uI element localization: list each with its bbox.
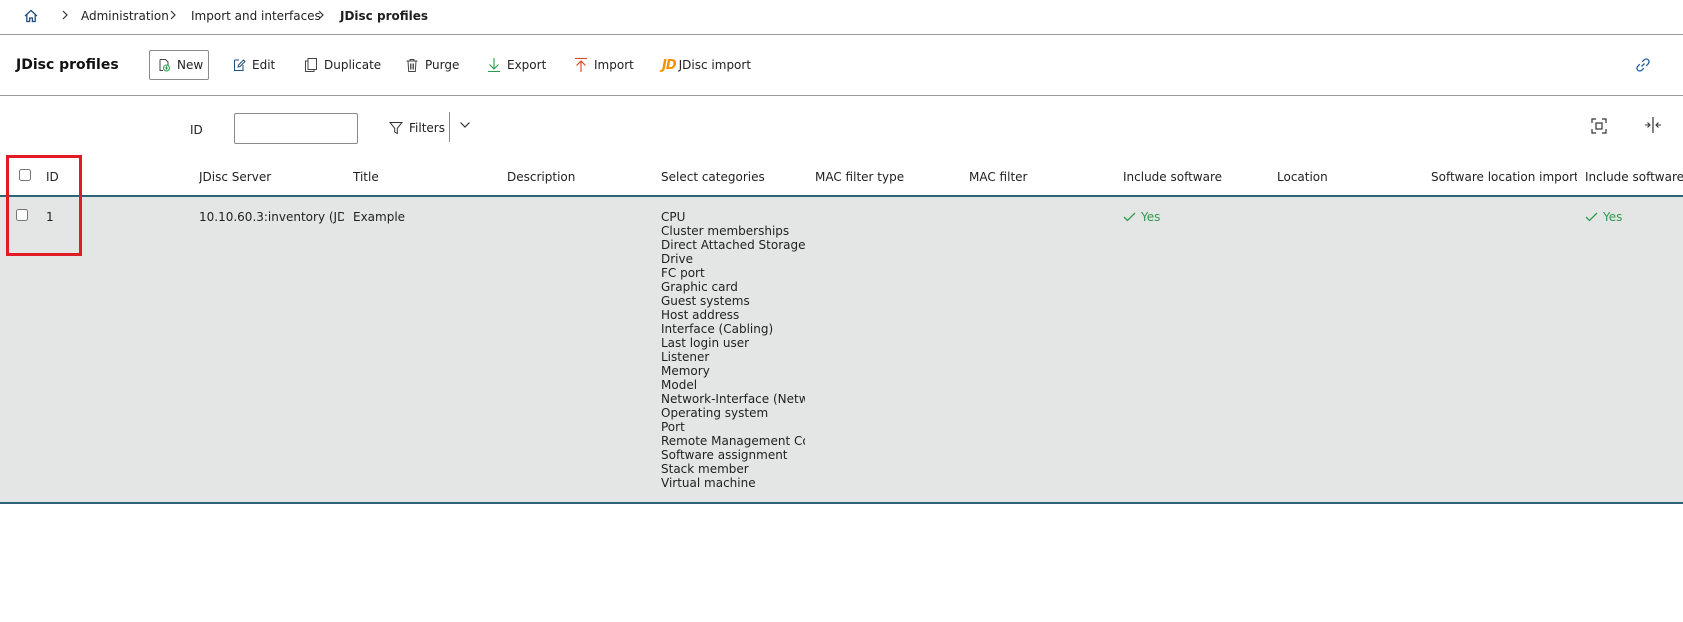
chevron-right-icon [62,10,68,20]
filters-button[interactable]: Filters [389,116,445,140]
column-header-jdisc-server[interactable]: JDisc Server [199,170,339,184]
category-item: CPU [661,210,686,224]
category-item: Software assignment [661,448,788,462]
category-item: Operating system [661,406,769,420]
category-item: Memory [661,364,710,378]
filter-icon [389,122,403,135]
duplicate-button-label: Duplicate [324,58,382,72]
include-software-value: Yes [1141,210,1161,224]
category-item: Port [661,420,685,434]
column-header-include-software-li[interactable]: Include software li [1585,170,1683,184]
column-resize-icon[interactable] [1644,116,1662,134]
edit-button[interactable]: Edit [232,50,275,80]
trash-icon [406,58,418,72]
breadcrumb-administration[interactable]: Administration [81,9,169,23]
breadcrumb-import-interfaces[interactable]: Import and interfaces [191,9,321,23]
category-item: Interface (Cabling) [661,322,774,336]
cell-include-software-li: Yes [1585,210,1622,224]
id-filter-input[interactable] [234,113,358,144]
chevron-right-icon [170,10,176,20]
purge-button[interactable]: Purge [405,50,459,80]
category-item: Virtual machine [661,476,756,490]
category-item: Guest systems [661,294,750,308]
category-item: Drive [661,252,693,266]
cell-include-software: Yes [1123,210,1160,224]
category-item: Model [661,378,698,392]
export-button[interactable]: Export [487,50,546,80]
category-item: Stack member [661,462,749,476]
category-item: Last login user [661,336,750,350]
cell-select-categories: CPU Cluster memberships Direct Attached … [661,210,805,490]
category-item: Graphic card [661,280,738,294]
column-header-mac-filter[interactable]: MAC filter [969,170,1109,184]
new-button[interactable]: New [149,50,209,80]
column-header-description[interactable]: Description [507,170,647,184]
column-header-software-location-import[interactable]: Software location import... [1431,170,1577,184]
chevron-right-icon [318,10,324,20]
fit-screen-icon[interactable] [1591,118,1607,134]
breadcrumb-current: JDisc profiles [340,9,429,23]
check-icon [1123,212,1136,222]
edit-button-label: Edit [252,58,276,72]
export-button-label: Export [507,58,547,72]
home-icon[interactable] [23,8,39,24]
include-software-li-value: Yes [1603,210,1623,224]
category-item: FC port [661,266,705,280]
id-filter-label: ID [190,123,203,137]
page-title: JDisc profiles [16,57,119,73]
jdisc-import-button-label: JDisc import [678,58,752,72]
filters-button-label: Filters [409,121,445,135]
table-row[interactable]: 1 10.10.60.3:inventory (JD... Example CP… [0,197,1683,504]
edit-icon [234,59,246,71]
table-header: ID JDisc Server Title Description Select… [0,157,1683,197]
purge-button-label: Purge [425,58,460,72]
column-header-title[interactable]: Title [353,170,493,184]
category-item: Listener [661,350,710,364]
category-item: Cluster memberships [661,224,790,238]
link-icon[interactable] [1635,57,1651,73]
export-arrow-icon [488,58,500,73]
page-header: JDisc profiles New Edit Duplicate Purge [0,35,1683,96]
chevron-down-icon[interactable] [459,121,471,129]
breadcrumb: Administration Import and interfaces JDi… [0,0,1683,35]
column-header-select-categories[interactable]: Select categories [661,170,801,184]
filters-divider [449,112,450,142]
category-item: Direct Attached Storage [661,238,805,252]
category-item: Network-Interface (Networl [661,392,805,406]
highlight-box [6,155,82,256]
import-arrow-icon [575,57,587,72]
column-header-mac-filter-type[interactable]: MAC filter type [815,170,955,184]
filter-bar: ID Filters [0,96,1683,156]
column-header-location[interactable]: Location [1277,170,1417,184]
check-icon [1585,212,1598,222]
category-item: Remote Management Contr [661,434,805,448]
cell-jdisc-server: 10.10.60.3:inventory (JD... [199,210,344,224]
column-header-include-software[interactable]: Include software [1123,170,1263,184]
jdisc-logo-icon: JD [662,57,677,73]
category-item: Host address [661,308,740,322]
import-button-label: Import [594,58,634,72]
jdisc-import-button[interactable]: JD JDisc import [662,50,751,80]
duplicate-icon [305,58,317,72]
add-document-icon [159,59,170,72]
import-button[interactable]: Import [574,50,634,80]
cell-title: Example [353,210,406,224]
duplicate-button[interactable]: Duplicate [304,50,381,80]
new-button-label: New [177,58,204,72]
